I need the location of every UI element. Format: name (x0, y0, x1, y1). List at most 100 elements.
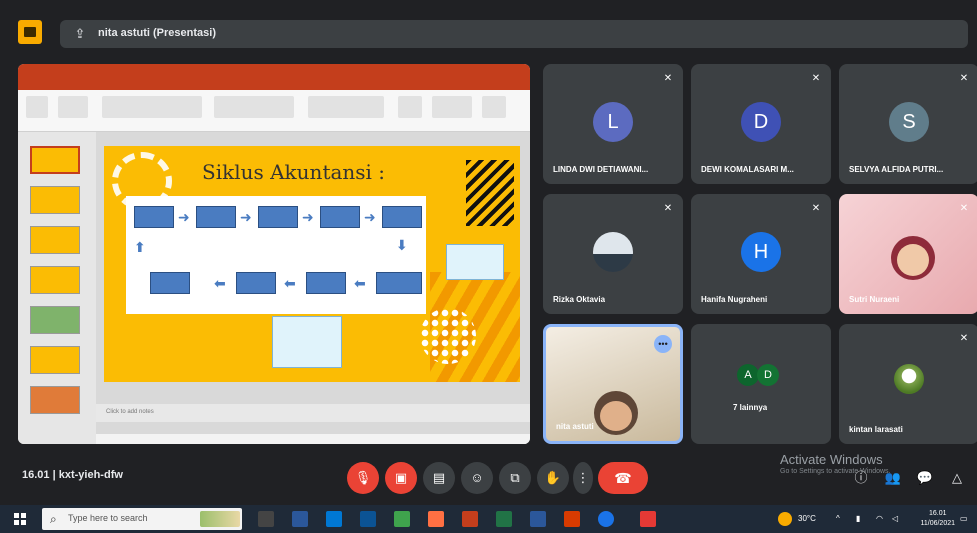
create-pdf-icon (432, 96, 472, 118)
participant-name: Rizka Oktavia (553, 295, 606, 304)
battery-icon[interactable]: ▮ (856, 514, 860, 523)
mic-off-icon: ✕ (811, 73, 821, 84)
more-options-button[interactable]: ⋮ (573, 462, 593, 494)
editing-icon (398, 96, 422, 118)
raise-hand-button[interactable]: ✋ (537, 462, 569, 494)
slide-thumbnail[interactable] (30, 346, 80, 374)
present-button[interactable]: ⧉ (499, 462, 531, 494)
meeting-code: kxt-yieh-dfw (58, 469, 123, 481)
slide-thumbnail[interactable] (30, 186, 80, 214)
wifi-icon[interactable]: ◠ (876, 514, 883, 523)
activities-icon[interactable]: △ (948, 470, 966, 486)
arrow-down-icon: ⬇ (396, 237, 408, 253)
paste-icon (26, 96, 48, 118)
avatar: A (737, 364, 759, 386)
participant-tile[interactable]: ✕ S SELVYA ALFIDA PUTRI... (839, 64, 977, 184)
taskbar-clock[interactable]: 16.01 11/06/2021 (920, 509, 955, 529)
slide-canvas[interactable]: Siklus Akuntansi : ➜ ➜ ➜ ➜ ⬇ ⬅ ⬅ ⬅ ⬆ Cli… (96, 132, 530, 444)
powerpoint-icon[interactable] (462, 511, 478, 527)
mic-off-icon: ✕ (959, 73, 969, 84)
notification-icon[interactable]: ▭ (960, 514, 968, 523)
task-view-icon[interactable] (258, 511, 274, 527)
end-call-button[interactable]: ☎ (598, 462, 648, 494)
chrome-icon[interactable] (598, 511, 614, 527)
participant-tile[interactable]: ✕ D DEWI KOMALASARI M... (691, 64, 831, 184)
phone-hangup-icon: ☎ (614, 470, 632, 486)
slide-thumbnails[interactable] (18, 132, 96, 444)
avatar: D (741, 102, 781, 142)
present-screen-icon: ⇪ (74, 26, 86, 41)
more-options-icon[interactable]: ••• (654, 335, 672, 353)
windows-taskbar: ⌕ Type here to search 30°C ^ ▮ ◠ ◁ 16.01… (0, 505, 977, 533)
activate-windows-subtext: Go to Settings to activate Windows. (780, 468, 891, 475)
flow-box (134, 206, 174, 228)
avatar: S (889, 102, 929, 142)
app-icon[interactable] (428, 511, 444, 527)
meet-logo (18, 20, 42, 44)
participant-name: SELVYA ALFIDA PUTRI... (849, 165, 944, 174)
participant-video-tile[interactable]: ✕ Sutri Nuraeni (839, 194, 977, 314)
add-ins-icon (482, 96, 506, 118)
powerpoint-statusbar (96, 434, 530, 444)
notes-pane[interactable]: Click to add notes (96, 404, 530, 422)
flow-box (236, 272, 276, 294)
captions-button[interactable]: ▤ (423, 462, 455, 494)
slide-thumbnail[interactable] (30, 386, 80, 414)
font-group-icon (102, 96, 202, 118)
windows-start-icon[interactable] (14, 513, 26, 525)
camera-toggle-button[interactable]: ▣ (385, 462, 417, 494)
mic-off-icon: ✕ (959, 203, 969, 214)
app-icon[interactable] (360, 511, 376, 527)
volume-icon[interactable]: ◁ (892, 514, 898, 523)
slide-thumbnail[interactable] (30, 226, 80, 254)
clock-date: 11/06/2021 (920, 520, 955, 527)
people-icon[interactable]: 👥 (884, 470, 902, 486)
arrow-right-icon: ➜ (364, 209, 376, 225)
slide-callout (446, 244, 504, 280)
shared-screen[interactable]: Siklus Akuntansi : ➜ ➜ ➜ ➜ ⬇ ⬅ ⬅ ⬅ ⬆ Cli… (18, 64, 530, 444)
avatar (894, 364, 924, 394)
excel-icon[interactable] (496, 511, 512, 527)
captions-icon: ▤ (432, 470, 446, 485)
slide-thumbnail[interactable] (30, 306, 80, 334)
participant-tile[interactable]: ✕ kintan larasati (839, 324, 977, 444)
avatar (593, 232, 633, 272)
slide-thumbnail[interactable] (30, 266, 80, 294)
slide-thumbnail[interactable] (30, 146, 80, 174)
arrow-left-icon: ⬅ (354, 275, 366, 291)
chat-icon[interactable]: 💬 (916, 470, 934, 486)
edge-icon[interactable] (394, 511, 410, 527)
arrow-left-icon: ⬅ (214, 275, 226, 291)
slide-title: Siklus Akuntansi : (202, 160, 386, 184)
call-controls-bar: 16.01 | kxt-yieh-dfw 🎙 ▣ ▤ ☺ ⧉ ✋ ⋮ ☎ Act… (0, 452, 977, 502)
flow-box (196, 206, 236, 228)
arrow-right-icon: ➜ (302, 209, 314, 225)
participant-name: kintan larasati (849, 425, 903, 434)
mic-toggle-button[interactable]: 🎙 (347, 462, 379, 494)
weather-icon[interactable] (778, 512, 792, 526)
participant-tile[interactable]: ✕ Rizka Oktavia (543, 194, 683, 314)
participant-name: Hanifa Nugraheni (701, 295, 768, 304)
word-icon[interactable] (530, 511, 546, 527)
participant-video-tile[interactable]: ••• nita astuti (543, 324, 683, 444)
participant-tile[interactable]: ✕ L LINDA DWI DETIAWANI... (543, 64, 683, 184)
app-icon[interactable] (564, 511, 580, 527)
decorative-dots (420, 308, 476, 364)
activate-windows-watermark: Activate Windows (780, 452, 883, 467)
reactions-button[interactable]: ☺ (461, 462, 493, 494)
news-widget-icon[interactable] (200, 511, 240, 527)
info-icon[interactable]: ⓘ (852, 470, 870, 486)
arrow-left-icon: ⬅ (284, 275, 296, 291)
tray-chevron-icon[interactable]: ^ (836, 514, 840, 523)
app-icon[interactable] (326, 511, 342, 527)
more-vert-icon: ⋮ (576, 470, 590, 485)
others-tile[interactable]: A D 7 lainnya (691, 324, 831, 444)
present-icon: ⧉ (510, 470, 520, 485)
flow-box (258, 206, 298, 228)
search-placeholder: Type here to search (68, 513, 148, 523)
mic-off-icon: ✕ (663, 203, 673, 214)
app-icon[interactable] (292, 511, 308, 527)
participant-tile[interactable]: ✕ H Hanifa Nugraheni (691, 194, 831, 314)
app-icon[interactable] (640, 511, 656, 527)
presenter-banner[interactable]: ⇪ nita astuti (Presentasi) (60, 20, 968, 48)
